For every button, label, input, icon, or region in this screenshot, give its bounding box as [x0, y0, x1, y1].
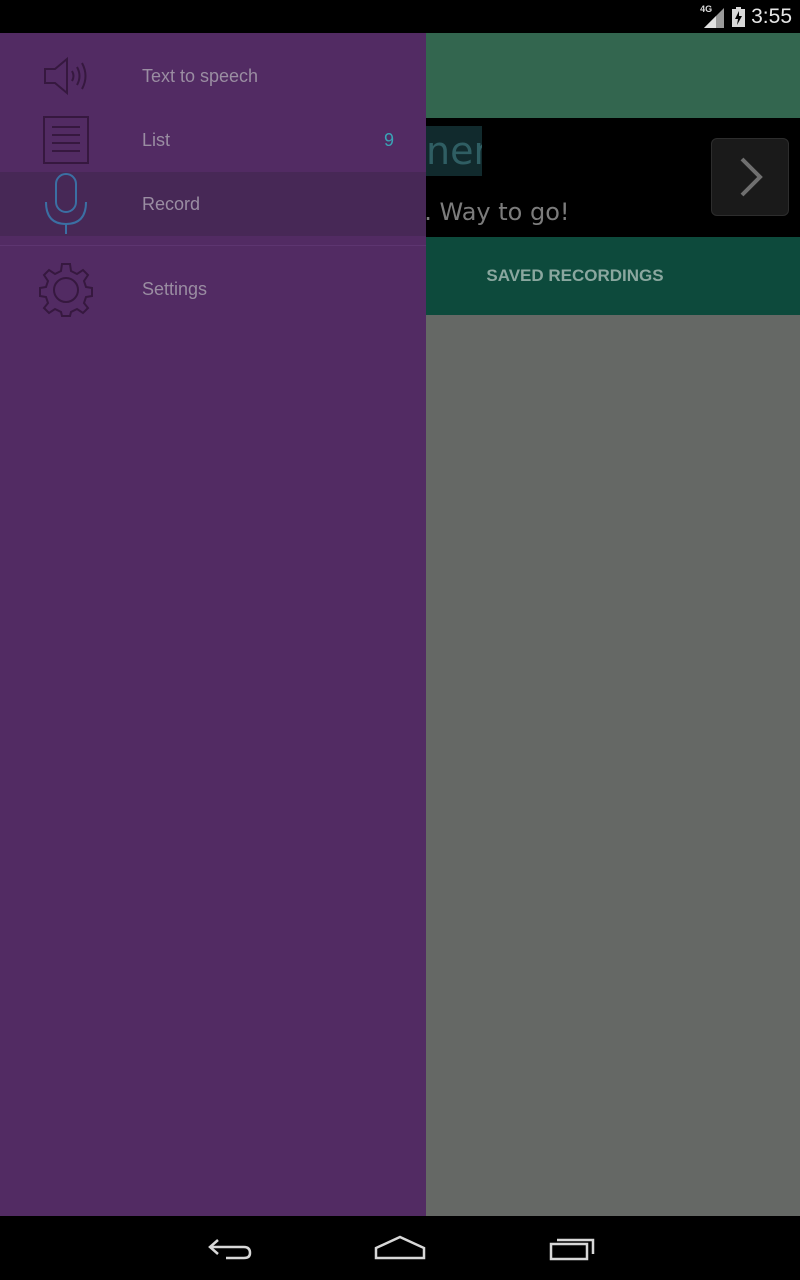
home-icon — [374, 1235, 426, 1260]
battery-icon — [732, 7, 746, 27]
recent-apps-button[interactable] — [542, 1228, 602, 1268]
next-button[interactable] — [711, 138, 789, 216]
list-count-badge: 9 — [383, 130, 394, 150]
recent-apps-icon — [549, 1238, 595, 1261]
drawer-item-settings[interactable]: Settings — [0, 255, 426, 325]
drawer-item-label: Text to speech — [142, 66, 259, 86]
speaker-icon — [30, 44, 102, 108]
drawer-item-label: Settings — [142, 279, 208, 299]
system-nav-bar — [0, 1216, 800, 1280]
drawer-divider — [0, 245, 426, 246]
microphone-icon — [30, 172, 102, 236]
chevron-right-icon — [740, 157, 763, 197]
network-type-label: 4G — [700, 4, 713, 14]
drawer-item-label: List — [142, 130, 171, 150]
navigation-drawer: Text to speech List 9 Record Settings — [0, 33, 426, 1216]
gear-icon — [30, 255, 102, 325]
back-icon — [208, 1239, 252, 1260]
status-bar: 4G 3:55 — [0, 0, 800, 33]
drawer-item-text-to-speech[interactable]: Text to speech — [0, 44, 426, 108]
banner-subtitle: o. Way to go! — [410, 198, 570, 226]
tab-saved-recordings[interactable]: SAVED RECORDINGS — [426, 237, 724, 315]
back-button[interactable] — [200, 1228, 260, 1268]
list-icon — [30, 108, 102, 172]
drawer-item-label: Record — [142, 194, 201, 214]
home-button[interactable] — [370, 1228, 430, 1268]
signal-icon: 4G — [700, 4, 726, 28]
drawer-item-record[interactable]: Record — [0, 172, 426, 236]
drawer-item-list[interactable]: List 9 — [0, 108, 426, 172]
clock: 3:55 — [751, 5, 792, 28]
